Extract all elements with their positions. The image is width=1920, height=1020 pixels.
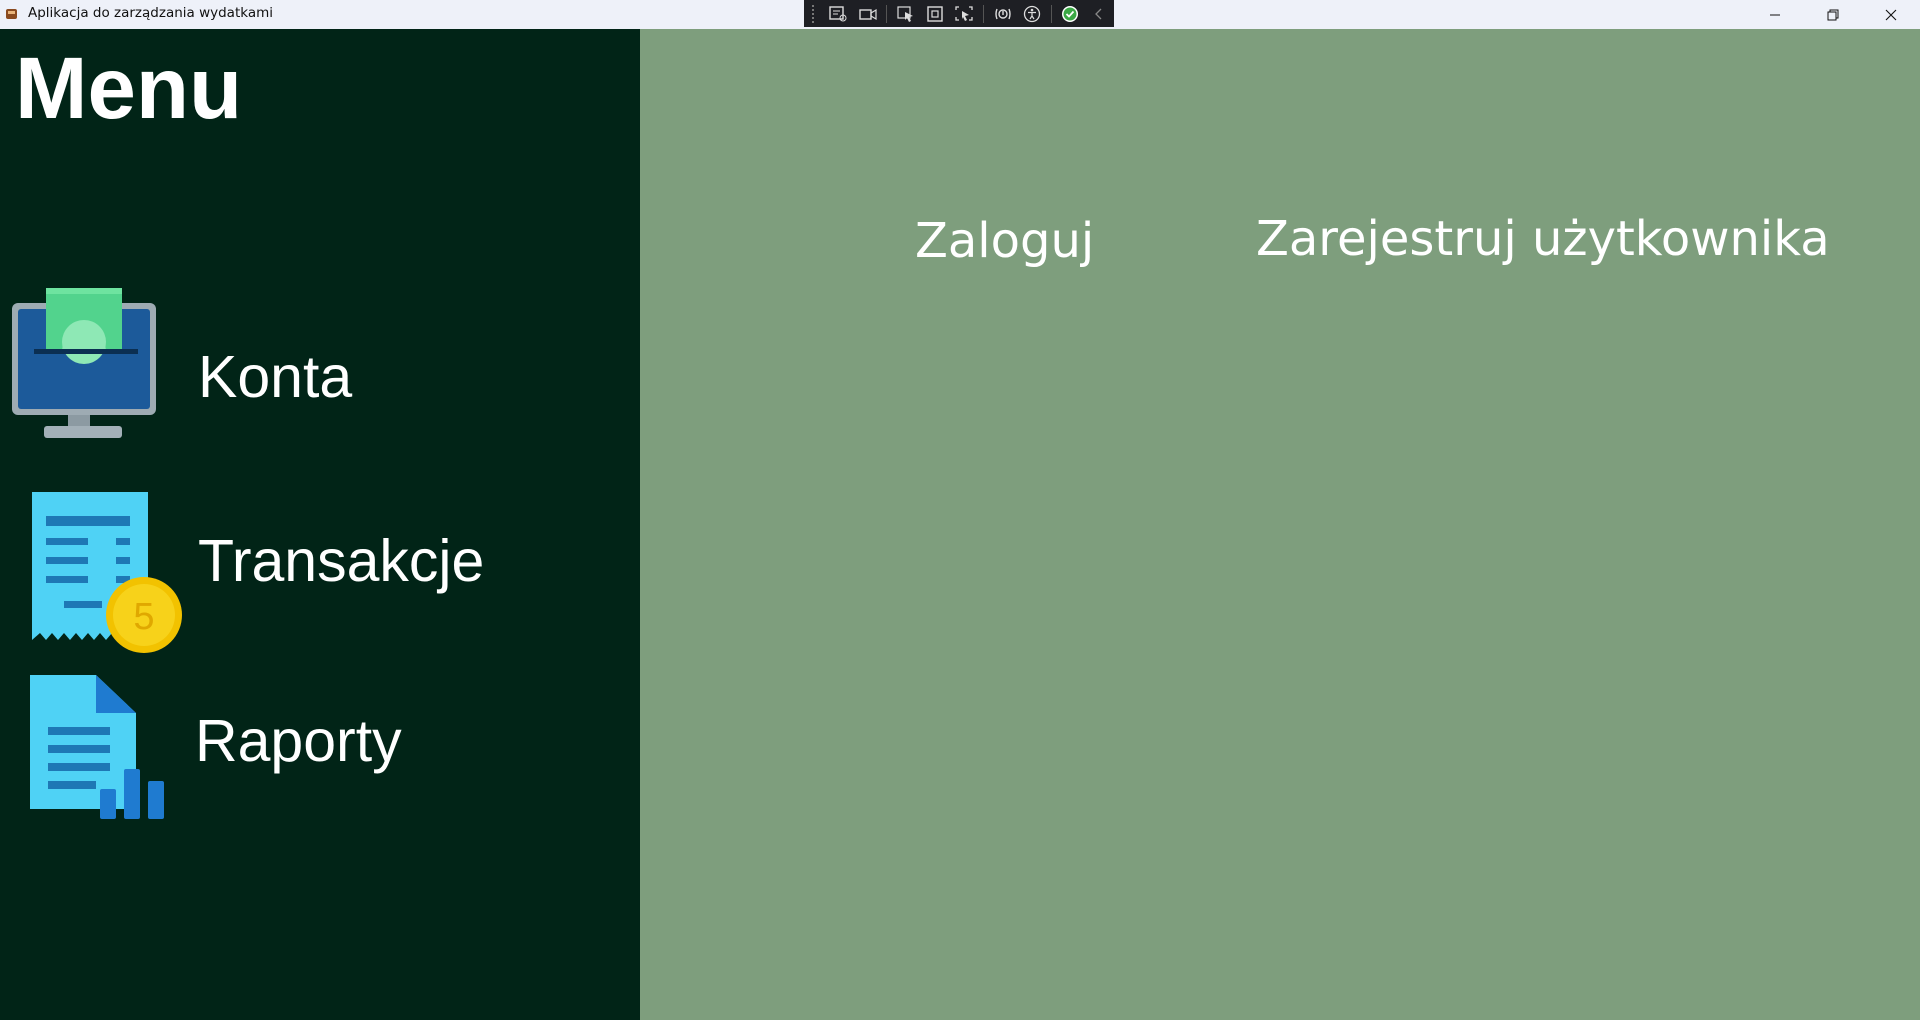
sidebar-item-label: Konta	[198, 344, 353, 410]
restore-icon[interactable]	[1804, 0, 1862, 29]
accessibility-icon[interactable]	[1021, 4, 1042, 24]
video-icon[interactable]	[857, 4, 878, 24]
close-icon[interactable]	[1862, 0, 1920, 29]
binding-failures-icon[interactable]	[992, 4, 1013, 24]
check-icon[interactable]	[1059, 4, 1080, 24]
live-visual-tree-icon[interactable]	[828, 4, 849, 24]
receipt-coin-icon: 5	[30, 490, 182, 665]
toolbar-grip[interactable]	[812, 4, 818, 23]
sidebar: Menu Konta 5 Transakcje Raporty	[0, 29, 640, 1020]
main-content: Zaloguj Zarejestruj użytkownika	[640, 29, 1920, 1020]
sidebar-item-transakcje[interactable]: 5 Transakcje	[0, 484, 640, 653]
report-chart-icon	[28, 673, 170, 828]
toolbar-separator	[983, 4, 984, 23]
svg-text:5: 5	[133, 596, 154, 638]
debug-toolbar	[804, 0, 1114, 27]
app-icon	[6, 9, 17, 19]
monitor-money-icon	[10, 288, 158, 445]
track-focus-icon[interactable]	[954, 4, 975, 24]
sidebar-item-label: Transakcje	[198, 528, 485, 594]
window-controls	[1746, 0, 1920, 29]
sidebar-item-label: Raporty	[195, 708, 402, 774]
sidebar-item-raporty[interactable]: Raporty	[0, 669, 640, 829]
window-title: Aplikacja do zarządzania wydatkami	[28, 5, 274, 21]
minimize-icon[interactable]	[1746, 0, 1804, 29]
login-button[interactable]: Zaloguj	[915, 212, 1094, 270]
collapse-chevron-icon[interactable]	[1089, 4, 1110, 24]
menu-title: Menu	[15, 40, 243, 137]
display-layout-adorners-icon[interactable]	[924, 4, 945, 24]
sidebar-item-konta[interactable]: Konta	[0, 288, 640, 448]
title-bar: Aplikacja do zarządzania wydatkami	[0, 0, 1920, 29]
select-element-icon[interactable]	[895, 4, 916, 24]
toolbar-separator	[886, 4, 888, 23]
toolbar-separator	[1050, 4, 1052, 23]
register-user-button[interactable]: Zarejestruj użytkownika	[1256, 210, 1830, 268]
